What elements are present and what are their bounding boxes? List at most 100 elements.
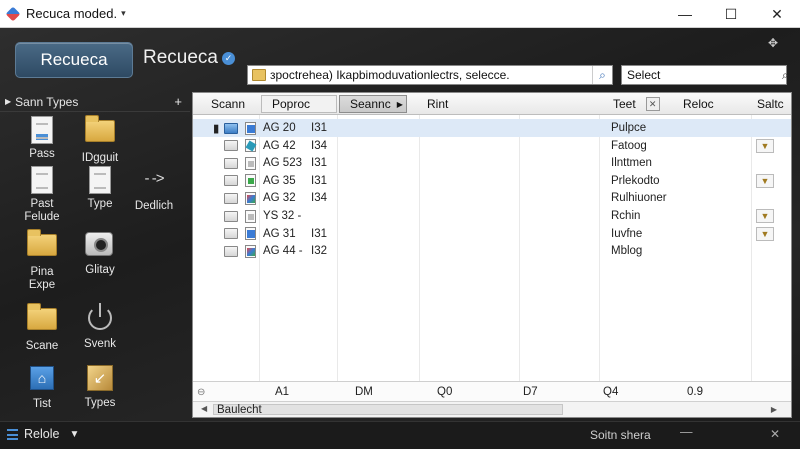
column-header-label: Scann	[211, 97, 246, 111]
sidebar-item-pass[interactable]: Pass	[12, 116, 72, 161]
sidebar-item-label: Svenk	[84, 338, 116, 350]
column-header-reloc[interactable]: Reloc	[665, 93, 735, 115]
table-row[interactable]: AG 35 I31 Prlekodto ▼	[193, 172, 791, 190]
column-header-teet[interactable]: Teet ✕	[595, 93, 665, 115]
file-type-icon	[245, 174, 256, 188]
window-title: Recuca moded.	[26, 6, 118, 21]
table-header: Scann Poproc Seannc ▶ Rint Teet ✕ Reloc Sa…	[193, 93, 791, 115]
sidebar-item-past-felude[interactable]: Past Felude	[12, 166, 72, 224]
sidebar-item-label: Dedlich	[134, 200, 174, 212]
scroll-left-icon[interactable]: ◀	[201, 404, 207, 413]
row-name: AG 523	[263, 157, 302, 170]
table-row[interactable]: AG 42 I34 Fatoog ▼	[193, 137, 791, 155]
table-row[interactable]: ▮ AG 20 I31 Pulpce	[193, 119, 791, 137]
collapse-triangle-icon[interactable]: ▶	[5, 97, 11, 106]
horizontal-scrollbar[interactable]: ◀ Baulecht ▶	[193, 401, 791, 417]
row-action-icon[interactable]: ▼	[756, 138, 774, 153]
add-icon[interactable]: +	[174, 94, 182, 109]
close-button[interactable]: ✕	[754, 0, 800, 28]
table-row[interactable]: AG 32 I34 Rulhiuoner	[193, 189, 791, 207]
table-row[interactable]: AG 31 I31 Iuvfne ▼	[193, 225, 791, 243]
table-row[interactable]: AG 44 - I32 Mblog	[193, 242, 791, 260]
sidebar-item-label: Tist	[32, 398, 52, 410]
sidebar-title: Sann Types	[15, 94, 79, 109]
row-teet: Pulpce	[611, 122, 647, 134]
file-type-icon	[245, 191, 256, 205]
chevron-down-icon[interactable]: ▼	[69, 429, 79, 440]
tab-label: Poproc	[272, 97, 311, 111]
sidebar-item-scane[interactable]: Scane	[12, 303, 72, 353]
path-input[interactable]	[270, 68, 592, 82]
sidebar-item-svenk[interactable]: Svenk	[70, 303, 130, 351]
folder-icon	[27, 303, 57, 330]
app-logo-icon	[5, 6, 21, 21]
scroll-right-icon[interactable]: ▶	[771, 405, 777, 414]
footer-toggle-icon[interactable]: ⊖	[197, 382, 205, 402]
status-minimize-icon[interactable]: —	[680, 425, 693, 439]
file-type-icon	[245, 244, 256, 258]
document-icon	[31, 116, 53, 144]
row-code: I31	[311, 227, 327, 240]
status-close-icon[interactable]: ✕	[770, 427, 780, 441]
path-search-icon[interactable]: ⌕	[592, 66, 612, 84]
file-type-icon	[245, 227, 256, 241]
folder-icon	[224, 122, 238, 134]
folder-icon	[224, 210, 238, 222]
maximize-button[interactable]: ☐	[708, 0, 754, 28]
tab-seannc[interactable]: Seannc ▶	[339, 95, 407, 113]
sidebar-item-glitay[interactable]: Glitay	[70, 230, 130, 277]
file-type-icon	[245, 209, 256, 223]
table-row[interactable]: AG 523 I31 Ilnttmen	[193, 154, 791, 172]
primary-action-button[interactable]: Recueca	[15, 42, 133, 78]
sidebar-item-label: Type	[87, 198, 113, 210]
status-bar: Relole ▼ Soitn shera — ✕	[0, 421, 800, 449]
column-header-label: Saltc	[757, 97, 784, 111]
column-header-rint[interactable]: Rint	[409, 93, 599, 115]
sidebar-item-types[interactable]: ↙ Types	[70, 364, 130, 410]
column-header-scann[interactable]: Scann	[193, 93, 259, 115]
row-code: I34	[311, 139, 327, 152]
row-action-icon[interactable]: ▼	[756, 209, 774, 223]
sidebar-item-label: Glitay	[85, 264, 115, 276]
status-menu[interactable]: Relole ▼	[7, 427, 79, 441]
column-header-saltc[interactable]: Saltc	[739, 93, 791, 115]
folder-icon	[224, 175, 238, 187]
window-controls: — ☐ ✕	[662, 0, 800, 28]
search-field[interactable]: ⌕	[621, 65, 789, 85]
expand-icon[interactable]: ▮	[213, 119, 219, 137]
column-header-label: Rint	[427, 97, 449, 111]
minimize-button[interactable]: —	[662, 0, 708, 28]
settings-gear-icon[interactable]: ✥	[766, 36, 780, 50]
tab-poproc[interactable]: Poproc	[261, 95, 337, 113]
sidebar-item-label: Pina Expe	[28, 266, 56, 291]
filter-icon[interactable]: ✕	[645, 97, 660, 111]
sidebar-header[interactable]: ▶ Sann Types +	[0, 92, 190, 112]
sidebar-item-pina-expe[interactable]: Pina Expe	[12, 229, 72, 292]
sidebar-item-label: Scane	[25, 340, 59, 352]
folder-icon	[85, 115, 115, 142]
sidebar-item-label: Past Felude	[24, 198, 60, 223]
path-bar[interactable]: ⌕	[247, 65, 613, 85]
table-row[interactable]: YS 32 - Rchin ▼	[193, 207, 791, 225]
row-teet: Mblog	[611, 245, 643, 258]
scrollbar-thumb[interactable]	[213, 404, 563, 415]
camera-icon	[85, 232, 113, 256]
row-name: AG 20	[263, 122, 296, 134]
footer-cell: DM	[355, 386, 373, 398]
row-code: I31	[311, 174, 327, 187]
sidebar-item-tist[interactable]: ⌂ Tist	[12, 364, 72, 411]
row-code: I31	[311, 122, 327, 134]
row-action-icon[interactable]: ▼	[756, 173, 774, 188]
verified-icon: ✓	[222, 51, 235, 65]
sidebar-item-idgguit[interactable]: IDgguit	[70, 115, 130, 165]
search-input[interactable]	[622, 68, 782, 82]
folder-icon	[27, 229, 57, 256]
sidebar-item-dedlich[interactable]: - -> Dedlich	[124, 166, 184, 213]
sidebar-item-type[interactable]: Type	[70, 166, 130, 211]
row-name: AG 44 -	[263, 245, 303, 258]
page-title-text: Recueca	[143, 47, 218, 68]
file-table: Scann Poproc Seannc ▶ Rint Teet ✕ Reloc Sa…	[192, 92, 792, 418]
row-action-icon[interactable]: ▼	[756, 226, 774, 241]
title-dropdown-icon[interactable]: ▾	[121, 8, 126, 19]
search-icon[interactable]: ⌕	[782, 68, 789, 83]
